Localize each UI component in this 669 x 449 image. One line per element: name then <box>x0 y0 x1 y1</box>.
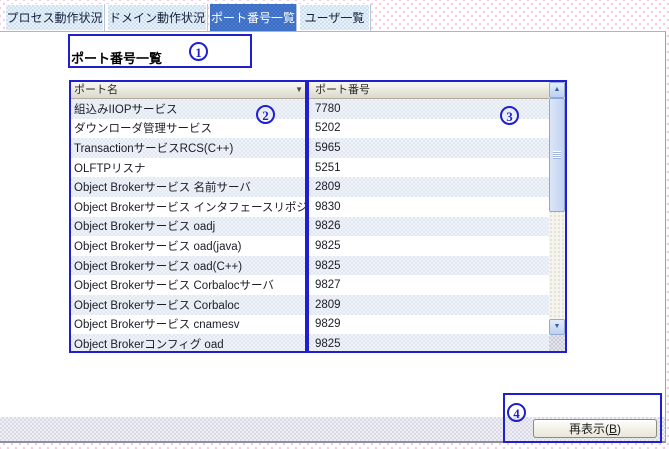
port-number-cell[interactable]: 9825 <box>309 260 551 272</box>
column-header-port-name[interactable]: ポート名 ▼ <box>71 82 309 98</box>
port-name-cell[interactable]: Object Brokerコンフィグ oad <box>71 336 309 352</box>
port-number-cell[interactable]: 5965 <box>309 142 551 154</box>
table-row[interactable]: Object Brokerサービス Corbaloc 2809 <box>71 295 551 315</box>
port-number-cell[interactable]: 9829 <box>309 318 551 330</box>
table-row[interactable]: OLFTPリスナ 5251 <box>71 158 551 178</box>
sort-dropdown-icon[interactable]: ▼ <box>295 85 303 95</box>
table-row[interactable]: ダウンローダ管理サービス 5202 <box>71 119 551 139</box>
table-row[interactable]: Object Brokerサービス cnamesv 9829 <box>71 315 551 335</box>
table-row[interactable]: Object Brokerサービス 名前サーバ 2809 <box>71 177 551 197</box>
port-number-cell[interactable]: 9825 <box>309 240 551 252</box>
column-header-label: ポート名 <box>74 84 118 96</box>
scrollbar-grip-icon <box>553 151 561 159</box>
port-number-cell[interactable]: 9827 <box>309 279 551 291</box>
column-header-port-number[interactable]: ポート番号 <box>309 82 551 98</box>
port-name-cell[interactable]: Object Brokerサービス cnamesv <box>71 316 309 332</box>
annotation-circle-1: 1 <box>189 42 208 61</box>
port-number-cell[interactable]: 5202 <box>309 122 551 134</box>
tab-domain-status[interactable]: ドメイン動作状況 <box>107 4 207 31</box>
table-row[interactable]: Object Brokerサービス oadj 9826 <box>71 217 551 237</box>
scroll-up-button[interactable]: ▲ <box>549 82 565 98</box>
port-number-cell[interactable]: 9830 <box>309 201 551 213</box>
port-number-cell[interactable]: 7780 <box>309 103 551 115</box>
port-name-cell[interactable]: Object Brokerサービス Corbaloc <box>71 297 309 313</box>
refresh-button-label-suffix: ) <box>617 422 621 436</box>
port-name-cell[interactable]: 組込みIIOPサービス <box>71 101 309 117</box>
port-name-cell[interactable]: TransactionサービスRCS(C++) <box>71 140 309 156</box>
table-header-row: ポート名 ▼ ポート番号 <box>71 82 551 99</box>
port-number-cell[interactable]: 2809 <box>309 299 551 311</box>
port-name-cell[interactable]: Object Brokerサービス Corbalocサーバ <box>71 277 309 293</box>
tab-user-list[interactable]: ユーザ一覧 <box>299 4 370 31</box>
table-row[interactable]: TransactionサービスRCS(C++) 5965 <box>71 138 551 158</box>
table-row[interactable]: Object Brokerサービス oad(java) 9825 <box>71 236 551 256</box>
table-row[interactable]: Object Brokerサービス インタフェースリポジトリ 9830 <box>71 197 551 217</box>
table-row[interactable]: Object Brokerサービス oad(C++) 9825 <box>71 256 551 276</box>
scroll-down-icon: ▼ <box>554 323 561 330</box>
vertical-scrollbar[interactable]: ▲ ▼ <box>549 82 565 353</box>
port-name-cell[interactable]: Object Brokerサービス oad(java) <box>71 238 309 254</box>
port-name-cell[interactable]: Object Brokerサービス oad(C++) <box>71 258 309 274</box>
content-panel: ポート番号一覧 ポート名 ▼ ポート番号 組込みIIOPサービス 7780 ダウ… <box>0 31 666 443</box>
tab-port-number-list[interactable]: ポート番号一覧 <box>210 4 296 31</box>
scrollbar-corner-filler <box>549 335 565 353</box>
port-number-cell[interactable]: 2809 <box>309 181 551 193</box>
table-row[interactable]: Object Brokerサービス Corbalocサーバ 9827 <box>71 275 551 295</box>
port-name-cell[interactable]: OLFTPリスナ <box>71 160 309 176</box>
port-number-cell[interactable]: 5251 <box>309 162 551 174</box>
column-header-label: ポート番号 <box>315 84 370 96</box>
port-name-cell[interactable]: Object Brokerサービス インタフェースリポジトリ <box>71 199 309 215</box>
tab-process-status[interactable]: プロセス動作状況 <box>5 4 104 31</box>
refresh-button[interactable]: 再表示(B) <box>533 419 657 438</box>
scroll-down-button[interactable]: ▼ <box>549 319 565 335</box>
page-title: ポート番号一覧 <box>71 48 162 67</box>
port-number-cell[interactable]: 9825 <box>309 338 551 350</box>
port-name-cell[interactable]: Object Brokerサービス 名前サーバ <box>71 179 309 195</box>
port-name-cell[interactable]: Object Brokerサービス oadj <box>71 218 309 234</box>
button-bar: 再表示(B) <box>0 417 665 441</box>
scrollbar-thumb[interactable] <box>549 98 565 212</box>
refresh-button-accesskey: B <box>609 422 617 436</box>
port-number-cell[interactable]: 9826 <box>309 220 551 232</box>
table-row[interactable]: Object Brokerコンフィグ oad 9825 <box>71 334 551 353</box>
port-name-cell[interactable]: ダウンローダ管理サービス <box>71 120 309 136</box>
port-table: ポート名 ▼ ポート番号 組込みIIOPサービス 7780 ダウンローダ管理サー… <box>70 81 566 353</box>
table-row[interactable]: 組込みIIOPサービス 7780 <box>71 99 551 119</box>
refresh-button-label: 再表示( <box>569 422 609 436</box>
scroll-up-icon: ▲ <box>554 86 561 93</box>
